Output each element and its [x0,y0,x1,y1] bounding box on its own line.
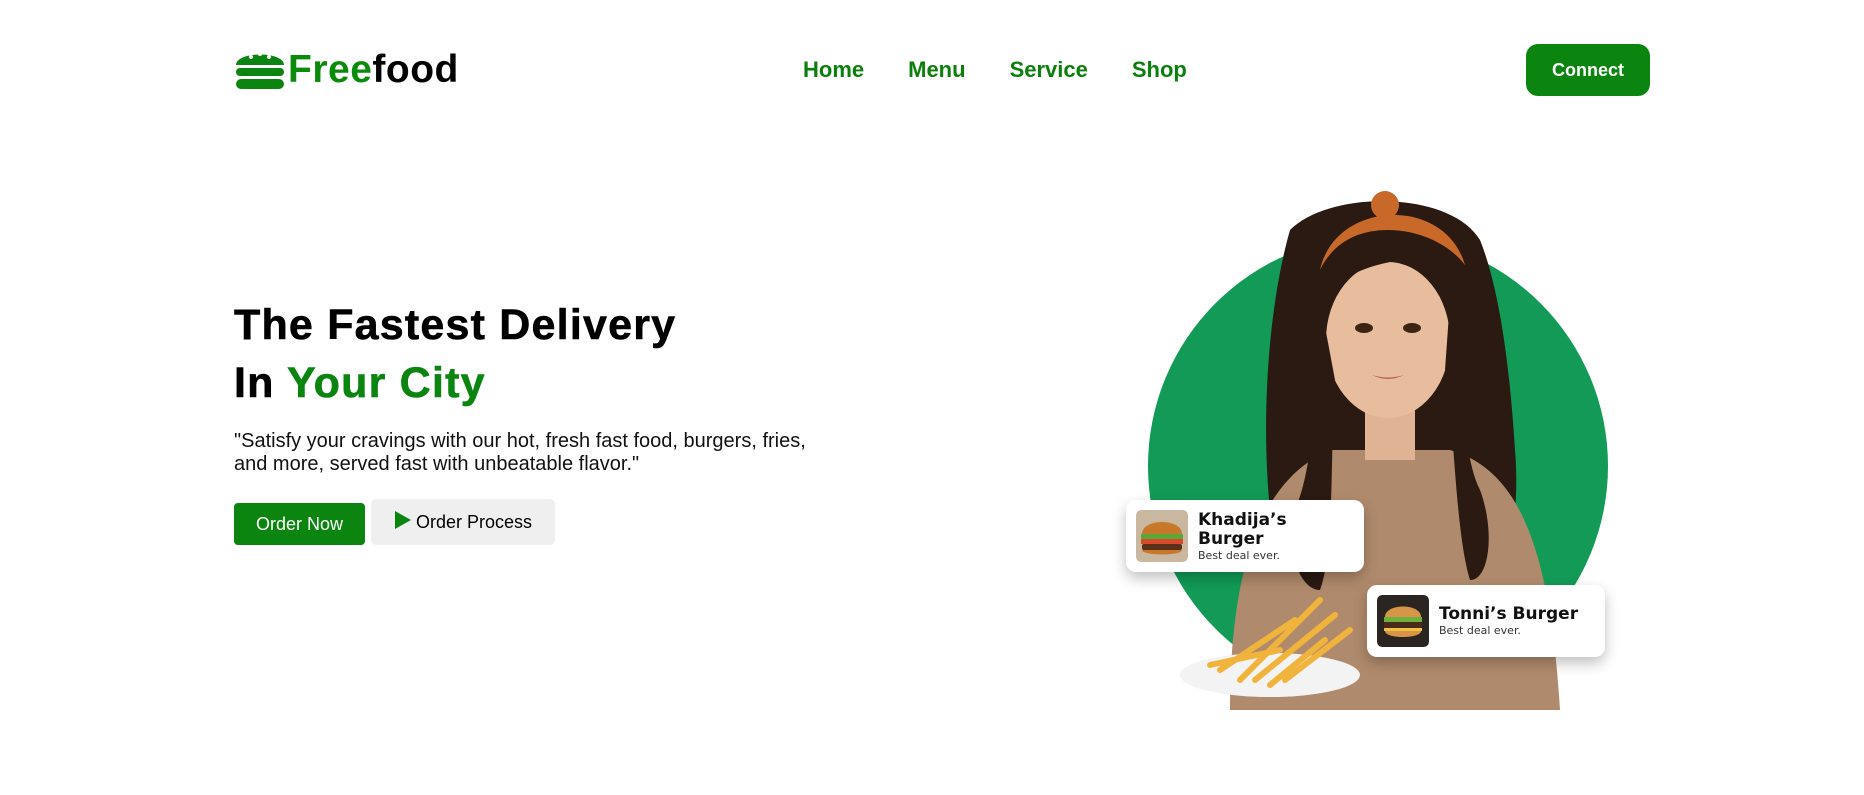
logo-text-free: Free [288,47,373,91]
order-process-label: Order Process [415,511,533,532]
connect-button[interactable]: Connect [1526,44,1650,96]
hero-title-line1: The Fastest Delivery [234,301,677,350]
order-now-button[interactable]: Order Now [234,503,365,545]
product-card[interactable]: Khadija’s Burger Best deal ever. [1126,500,1364,572]
hero-description: "Satisfy your cravings with our hot, fre… [234,430,806,475]
play-icon [394,511,411,529]
card-title: Tonni’s Burger [1439,604,1579,624]
burger-thumbnail-icon [1377,595,1429,647]
order-process-button[interactable]: Order Process [371,499,555,545]
product-card[interactable]: Tonni’s Burger Best deal ever. [1367,585,1605,657]
nav-service[interactable]: Service [1010,56,1088,84]
hero-title-prefix: In [234,359,287,408]
hero-title: The Fastest Delivery In Your City [234,296,676,412]
nav-shop[interactable]: Shop [1132,56,1187,84]
main-nav: Home Menu Service Shop [803,56,1231,84]
card-subtitle: Best deal ever. [1439,624,1521,637]
hero-title-highlight: Your City [286,359,486,408]
nav-menu[interactable]: Menu [908,56,965,84]
burger-thumbnail-icon [1136,510,1188,562]
burger-icon [236,52,284,89]
card-text: Tonni’s Burger Best deal ever. [1439,604,1579,638]
logo-text: Freefood [288,50,459,89]
logo[interactable]: Freefood [234,44,459,94]
card-text: Khadija’s Burger Best deal ever. [1198,509,1354,562]
card-title: Khadija’s Burger [1198,509,1287,549]
nav-home[interactable]: Home [803,56,864,84]
card-subtitle: Best deal ever. [1198,548,1280,562]
logo-text-food: food [372,47,459,91]
page: Freefood Home Menu Service Shop Connect … [0,0,1864,795]
